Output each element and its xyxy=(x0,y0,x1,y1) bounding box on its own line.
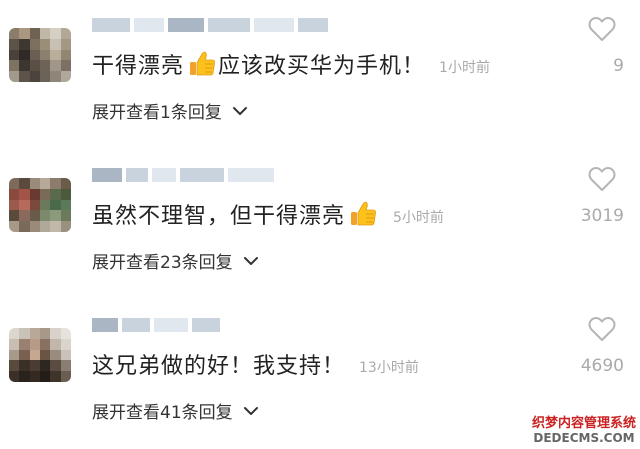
avatar[interactable] xyxy=(9,178,71,232)
comment-time: 13小时前 xyxy=(359,360,419,376)
comment-text-part: 虽然不理智，但干得漂亮 xyxy=(92,204,346,229)
heart-outline-icon[interactable] xyxy=(588,16,616,42)
avatar[interactable] xyxy=(9,328,71,382)
expand-replies-button[interactable]: 展开查看1条回复 xyxy=(92,98,248,123)
comment-text: 这兄弟做的好！我支持！ 13小时前 xyxy=(92,348,419,380)
watermark: 织梦内容管理系统 DEDECMS.COM xyxy=(531,416,636,445)
thumbs-up-emoji-icon xyxy=(190,51,215,76)
username-blurred[interactable] xyxy=(92,318,220,334)
expand-replies-button[interactable]: 展开查看23条回复 xyxy=(92,248,259,273)
heart-outline-icon[interactable] xyxy=(588,316,616,342)
comment-text: 虽然不理智，但干得漂亮 5小时前 xyxy=(92,198,444,230)
comment-text-part: 应该改买华为手机！ xyxy=(218,54,426,79)
comment-text-part: 干得漂亮 xyxy=(92,54,185,79)
expand-replies-label: 展开查看1条回复 xyxy=(92,103,222,123)
heart-outline-icon[interactable] xyxy=(588,166,616,192)
expand-replies-button[interactable]: 展开查看41条回复 xyxy=(92,398,259,423)
username-blurred[interactable] xyxy=(92,168,274,184)
watermark-line: 织梦内容管理系统 xyxy=(531,416,636,431)
chevron-down-icon xyxy=(243,256,258,265)
expand-replies-label: 展开查看41条回复 xyxy=(92,403,233,423)
thumbs-up-emoji-icon xyxy=(351,201,376,226)
comment-item: 干得漂亮 应该改买华为手机！ 1小时前 展开查看1条回复 9 xyxy=(0,0,640,145)
chevron-down-icon xyxy=(243,406,258,415)
comment-text: 干得漂亮 应该改买华为手机！ 1小时前 xyxy=(92,48,490,80)
watermark-line: DEDECMS.COM xyxy=(533,431,635,445)
comment-item: 虽然不理智，但干得漂亮 5小时前 展开查看23条回复 3019 xyxy=(0,150,640,295)
expand-replies-label: 展开查看23条回复 xyxy=(92,253,233,273)
comment-time: 1小时前 xyxy=(439,60,490,76)
like-count: 3019 xyxy=(580,206,624,226)
chevron-down-icon xyxy=(232,106,247,115)
avatar[interactable] xyxy=(9,28,71,82)
like-count: 9 xyxy=(613,56,624,76)
username-blurred[interactable] xyxy=(92,18,328,34)
comment-time: 5小时前 xyxy=(393,210,444,226)
comment-text-part: 这兄弟做的好！我支持！ xyxy=(92,354,346,379)
like-count: 4690 xyxy=(580,356,624,376)
